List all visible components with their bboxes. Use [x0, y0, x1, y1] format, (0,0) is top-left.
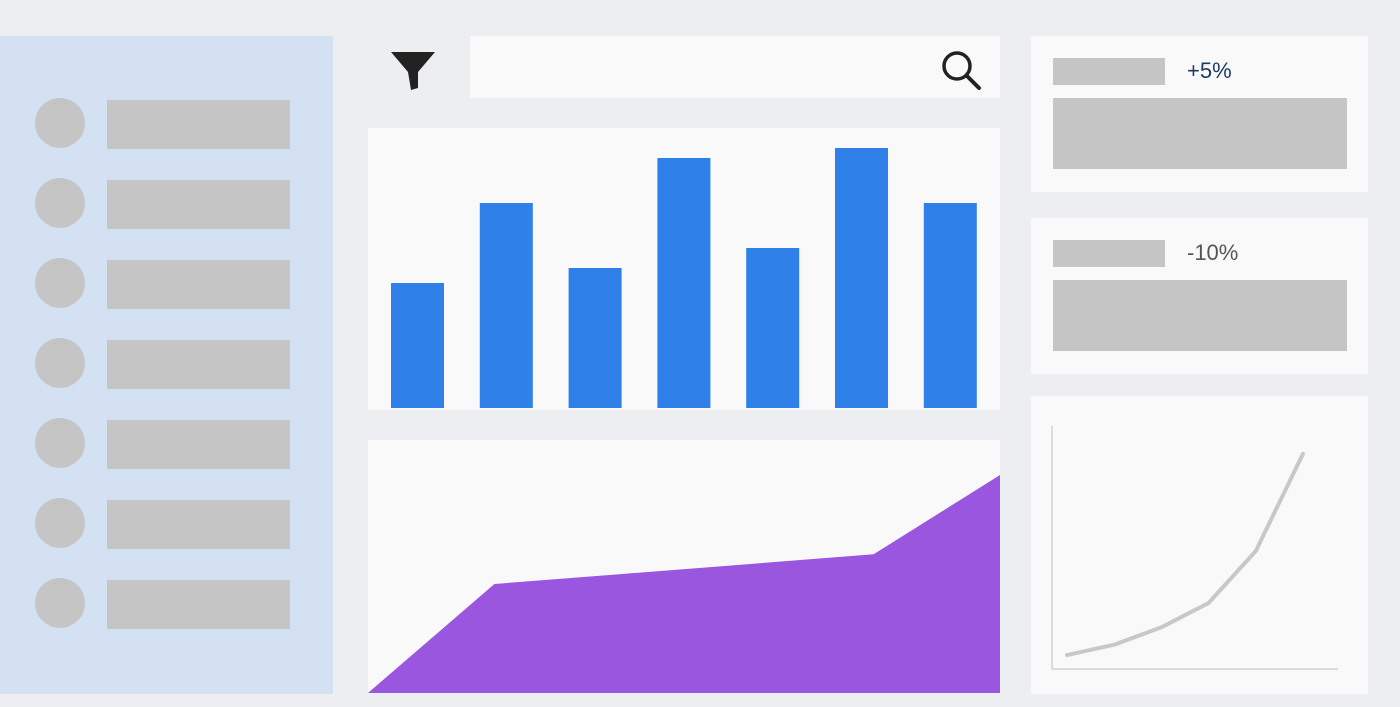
- kpi-body-placeholder: [1053, 98, 1347, 169]
- sidebar-item-5[interactable]: [35, 418, 290, 469]
- sidebar-item-label-placeholder: [107, 260, 290, 309]
- sidebar-item-label-placeholder: [107, 180, 290, 229]
- sidebar-item-label-placeholder: [107, 100, 290, 149]
- sidebar-item-3[interactable]: [35, 258, 290, 309]
- sidebar-item-6[interactable]: [35, 498, 290, 549]
- avatar: [35, 98, 85, 148]
- sidebar-item-label-placeholder: [107, 580, 290, 629]
- bar-5: [746, 248, 800, 408]
- line-chart-panel: [1031, 396, 1368, 694]
- bar-chart-panel: [368, 128, 1000, 410]
- avatar: [35, 178, 85, 228]
- sidebar-item-1[interactable]: [35, 98, 290, 149]
- area-chart-panel: [368, 440, 1000, 693]
- sidebar-item-label-placeholder: [107, 340, 290, 389]
- kpi-label-placeholder: [1053, 58, 1165, 85]
- filter-button[interactable]: [389, 50, 437, 92]
- bar-chart: [391, 148, 977, 408]
- search-input[interactable]: [484, 50, 928, 86]
- kpi-body-placeholder: [1053, 280, 1347, 351]
- kpi-card-2: -10%: [1031, 218, 1368, 374]
- sidebar-item-2[interactable]: [35, 178, 290, 229]
- avatar: [35, 498, 85, 548]
- sidebar-item-4[interactable]: [35, 338, 290, 389]
- bar-4: [657, 158, 711, 408]
- sidebar-item-7[interactable]: [35, 578, 290, 629]
- bar-6: [835, 148, 888, 408]
- sidebar-item-label-placeholder: [107, 420, 290, 469]
- avatar: [35, 258, 85, 308]
- bar-1: [391, 283, 444, 408]
- avatar: [35, 578, 85, 628]
- line-chart: [1051, 426, 1338, 670]
- kpi-change-value: -10%: [1187, 240, 1239, 265]
- area-chart: [368, 475, 1000, 693]
- bar-7: [923, 203, 977, 408]
- search-button[interactable]: [938, 48, 986, 92]
- area-series: [368, 475, 1000, 693]
- line-series: [1065, 451, 1305, 658]
- sidebar-item-label-placeholder: [107, 500, 290, 549]
- kpi-label-placeholder: [1053, 240, 1165, 267]
- kpi-card-1: +5%: [1031, 36, 1368, 192]
- search-bar: [470, 36, 1000, 98]
- search-icon: [942, 51, 981, 90]
- bar-2: [479, 203, 533, 408]
- bar-3: [568, 268, 622, 408]
- avatar: [35, 338, 85, 388]
- sidebar: [0, 36, 333, 694]
- kpi-change-value: +5%: [1187, 58, 1232, 83]
- avatar: [35, 418, 85, 468]
- filter-icon: [391, 52, 435, 90]
